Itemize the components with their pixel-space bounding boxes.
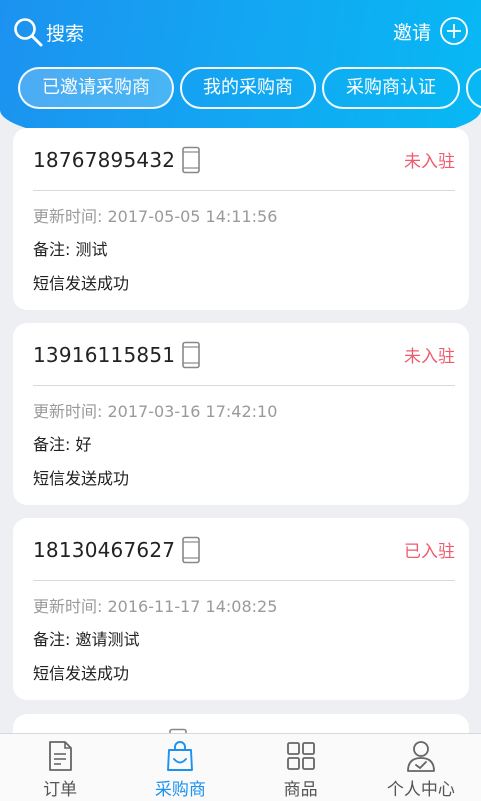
nav-orders[interactable]: 订单 (0, 734, 120, 801)
mobile-phone-icon[interactable] (181, 341, 201, 369)
invite-label: 邀请 (392, 21, 431, 44)
status-badge: 已入驻 (404, 542, 455, 562)
phone-row: 18130467627 (33, 536, 201, 564)
nav-profile[interactable]: 个人中心 (361, 734, 481, 801)
status-badge: 未入驻 (404, 152, 455, 172)
profile-icon (406, 741, 435, 772)
list-item[interactable]: 18130467627 已入驻 更新时间: 2016-11-17 14:08:2… (13, 518, 469, 700)
tab-buyer-certification[interactable]: 采购商认证 (322, 67, 460, 109)
sms-status: 短信发送成功 (33, 274, 130, 293)
sms-status: 短信发送成功 (33, 664, 130, 683)
list-item[interactable]: 13916115851 未入驻 更新时间: 2017-03-16 17:42:1… (13, 323, 469, 505)
nav-buyers[interactable]: 采购商 (120, 734, 240, 801)
nav-goods-label: 商品 (283, 780, 318, 800)
phone-number: 18767895432 (33, 148, 176, 172)
phone-row: 18767895432 (33, 146, 201, 174)
mobile-phone-icon[interactable] (181, 536, 201, 564)
bottom-nav: 订单 采购商 商品 个人中心 (0, 733, 481, 801)
top-bar: 搜索 邀请 (0, 0, 481, 62)
phone-number: 13916115851 (33, 343, 176, 367)
divider (33, 385, 455, 386)
nav-orders-label: 订单 (43, 780, 78, 800)
remark: 备注: 邀请测试 (33, 630, 140, 649)
phone-number: 18130467627 (33, 538, 176, 562)
update-time: 更新时间: 2017-03-16 17:42:10 (33, 402, 278, 421)
status-badge: 未入驻 (404, 347, 455, 367)
list-item[interactable]: 18767895432 未入驻 更新时间: 2017-05-05 14:11:5… (13, 128, 469, 310)
remark: 备注: 测试 (33, 240, 108, 259)
goods-grid-icon (286, 742, 315, 770)
tab-invited-buyers[interactable]: 已邀请采购商 (18, 67, 174, 109)
search-button[interactable]: 搜索 (12, 17, 84, 47)
update-time: 更新时间: 2017-05-05 14:11:56 (33, 207, 278, 226)
plus-circle-icon (440, 17, 468, 45)
divider (33, 190, 455, 191)
tab-more[interactable] (466, 67, 481, 109)
update-time: 更新时间: 2016-11-17 14:08:25 (33, 597, 278, 616)
phone-row: 13916115851 (33, 341, 201, 369)
mobile-phone-icon[interactable] (181, 146, 201, 174)
invite-button[interactable]: 邀请 (393, 16, 469, 46)
nav-profile-label: 个人中心 (386, 780, 455, 800)
nav-goods[interactable]: 商品 (241, 734, 361, 801)
sms-status: 短信发送成功 (33, 469, 130, 488)
search-icon (14, 18, 43, 47)
tab-my-buyers[interactable]: 我的采购商 (180, 67, 316, 109)
nav-buyers-label: 采购商 (154, 780, 206, 800)
buyer-bag-icon (167, 741, 194, 771)
remark: 备注: 好 (33, 435, 92, 454)
search-label: 搜索 (46, 22, 85, 45)
divider (33, 580, 455, 581)
filter-tabs: 已邀请采购商 我的采购商 采购商认证 (18, 67, 481, 109)
order-icon (49, 741, 73, 771)
